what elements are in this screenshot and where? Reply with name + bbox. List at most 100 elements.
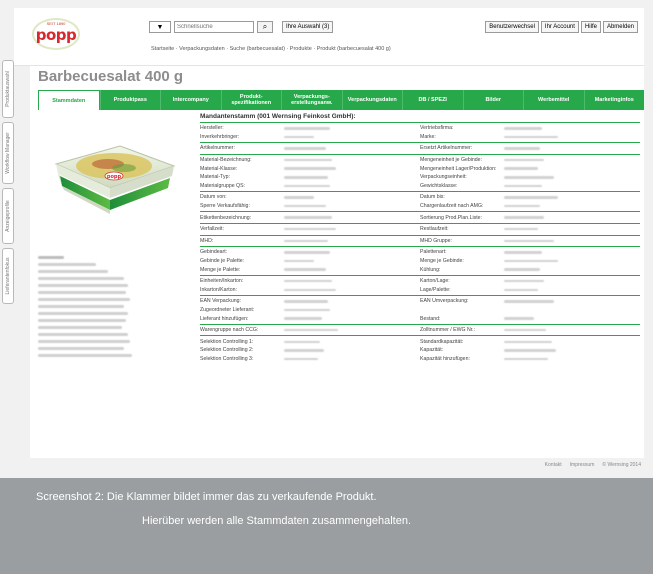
field-value-redacted xyxy=(284,147,326,150)
field-label: Datum bis: xyxy=(420,194,445,201)
field-row: Lieferant hinzufügen: Bestand: xyxy=(200,314,640,323)
tab-verpackungsdaten[interactable]: Verpackungsdaten xyxy=(341,90,403,110)
field-value-redacted xyxy=(504,176,554,179)
vtab-supplier-focus[interactable]: Lieferantenfokus xyxy=(2,248,14,304)
field-label: Vertriebsfirma: xyxy=(420,125,454,132)
vtab-display-profiles[interactable]: Anzeigeprofile xyxy=(2,188,14,244)
field-row: Menge je Palette: Kühlung: xyxy=(200,265,640,274)
account-button[interactable]: Ihr Account xyxy=(540,21,579,33)
search-input[interactable] xyxy=(174,21,254,33)
field-label: Artikelnummer: xyxy=(200,145,235,152)
field-label: Restlaufzeit: xyxy=(420,226,449,233)
field-label: EAN Umverpackung: xyxy=(420,298,469,305)
breadcrumb[interactable]: Startseite · Verpackungsdaten · Suche (b… xyxy=(151,46,391,52)
field-row: Warengruppe nach CCG: Zolltnummer / EWG N… xyxy=(200,326,640,335)
field-value-redacted xyxy=(284,196,314,199)
field-label: Mengeneinheit Lager/Produktion: xyxy=(420,165,497,172)
selection-button[interactable]: Ihre Auswahl (3) xyxy=(282,21,334,33)
field-cell: Zugeordneter Lieferant: xyxy=(200,307,420,313)
field-label: Palettenart: xyxy=(420,249,447,256)
field-row: Artikelnummer: Ersetzt Artikelnummer: xyxy=(200,144,640,153)
field-label: Datum von: xyxy=(200,194,227,201)
field-cell: Einheiten/Inkarton: xyxy=(200,278,420,284)
field-value-redacted xyxy=(504,340,552,344)
field-value-redacted xyxy=(284,216,332,219)
tab-marketinginfos[interactable]: Marketinginfos xyxy=(583,90,645,110)
quick-search: ▼ ⌕ Ihre Auswahl (3) xyxy=(149,21,334,33)
tab-stammdaten[interactable]: Stammdaten xyxy=(38,90,100,110)
field-group: MHD: MHD Gruppe: xyxy=(200,234,640,247)
field-cell: Mengeneinheit je Gebinde: xyxy=(420,157,640,163)
field-label: Menge je Palette: xyxy=(200,266,241,273)
footer: Kontakt Impressum © Wernsing 2014 xyxy=(545,462,641,468)
field-value-redacted xyxy=(284,340,320,344)
field-cell: Materialgruppe QS: xyxy=(200,183,420,189)
caption-box: Screenshot 2: Die Klammer bildet immer d… xyxy=(0,478,653,574)
field-value-redacted xyxy=(284,268,326,271)
field-value-redacted xyxy=(504,216,544,219)
field-cell: Palettenart: xyxy=(420,249,640,255)
field-value-redacted xyxy=(504,167,538,170)
product-image[interactable]: popp xyxy=(50,124,178,216)
field-value-redacted xyxy=(284,328,338,332)
master-data-grid: Hersteller: Vertriebsfirma: Inverkehrbring… xyxy=(200,122,640,364)
field-row: Etikettenbezeichnung: Sortierung Prod.Pla… xyxy=(200,213,640,222)
field-cell: Chargenlaufzeit nach AMG: xyxy=(420,203,640,209)
field-cell: Material-Bezeichnung: xyxy=(200,157,420,163)
field-cell: Restlaufzeit: xyxy=(420,226,640,232)
tab-produkt-spezifikationen[interactable]: Produkt- spezifikationen xyxy=(220,90,282,110)
field-label: Material-Bezeichnung: xyxy=(200,157,252,164)
field-label: Marke: xyxy=(420,133,436,140)
switch-user-button[interactable]: Benutzerwechsel xyxy=(485,21,539,33)
field-value-redacted xyxy=(284,184,330,188)
logout-button[interactable]: Abmelden xyxy=(602,21,638,33)
field-label: Gebinde je Palette: xyxy=(200,258,245,265)
field-cell: Selektion Controlling 3: xyxy=(200,356,420,362)
field-value-redacted xyxy=(504,147,540,150)
field-cell: Gebinde je Palette: xyxy=(200,258,420,264)
popp-logo[interactable]: SEIT 1890 popp xyxy=(32,18,80,50)
field-cell: Mengeneinheit Lager/Produktion: xyxy=(420,166,640,172)
field-label: Materialgruppe QS: xyxy=(200,182,245,189)
field-value-redacted xyxy=(284,127,330,130)
tab-werbemittel[interactable]: Werbemittel xyxy=(523,90,584,110)
tab-produktpass[interactable]: Produktpass xyxy=(99,90,161,110)
field-value-redacted xyxy=(284,227,336,231)
contact-link[interactable]: Kontakt xyxy=(545,462,562,468)
field-cell: Artikelnummer: xyxy=(200,145,420,151)
field-label: Selektion Controlling 3: xyxy=(200,355,254,362)
tab-intercompany[interactable]: Intercompany xyxy=(160,90,221,110)
field-group: Material-Bezeichnung: Mengeneinheit je Ge… xyxy=(200,153,640,191)
section-title: Mandantenstamm (001 Wernsing Feinkost Gm… xyxy=(200,113,356,120)
field-cell: Material-Klasse: xyxy=(200,166,420,172)
field-label: Chargenlaufzeit nach AMG: xyxy=(420,203,484,210)
imprint-link[interactable]: Impressum xyxy=(570,462,595,468)
help-button[interactable]: Hilfe xyxy=(580,21,601,33)
search-type-select[interactable]: ▼ xyxy=(149,21,171,33)
field-value-redacted xyxy=(504,259,558,263)
field-label: Karton/Lage: xyxy=(420,278,450,285)
field-cell: Material-Typ: xyxy=(200,174,420,180)
field-cell: Selektion Controlling 2: xyxy=(200,347,420,353)
field-cell: Menge je Palette: xyxy=(200,267,420,273)
field-label: Mengeneinheit je Gebinde: xyxy=(420,157,483,164)
field-label: Selektion Controlling 2: xyxy=(200,347,254,354)
field-value-redacted xyxy=(504,317,534,320)
vtab-label: Lieferantenfokus xyxy=(5,257,11,295)
tab-verpackungs-erstellungsanw[interactable]: Verpackungs- erstellungsanw. xyxy=(281,90,342,110)
tab-db-spezi[interactable]: DB / SPEZI xyxy=(402,90,463,110)
field-value-redacted xyxy=(284,239,328,243)
search-button[interactable]: ⌕ xyxy=(257,21,273,33)
field-label: Einheiten/Inkarton: xyxy=(200,278,244,285)
vtab-product-selection[interactable]: Produktauswahl xyxy=(2,60,14,118)
field-label: EAN Verpackung: xyxy=(200,298,241,305)
field-cell: Lieferant hinzufügen: xyxy=(200,316,420,322)
vtab-workflow-manager[interactable]: Workflow Manager xyxy=(2,122,14,184)
field-group: Selektion Controlling 1: Standardkapazitä… xyxy=(200,335,640,364)
field-group: Hersteller: Vertriebsfirma: Inverkehrbring… xyxy=(200,122,640,142)
field-value-redacted xyxy=(284,308,330,312)
field-value-redacted xyxy=(284,349,324,352)
svg-text:popp: popp xyxy=(107,174,122,180)
tab-bilder[interactable]: Bilder xyxy=(462,90,524,110)
field-value-redacted xyxy=(504,184,542,188)
